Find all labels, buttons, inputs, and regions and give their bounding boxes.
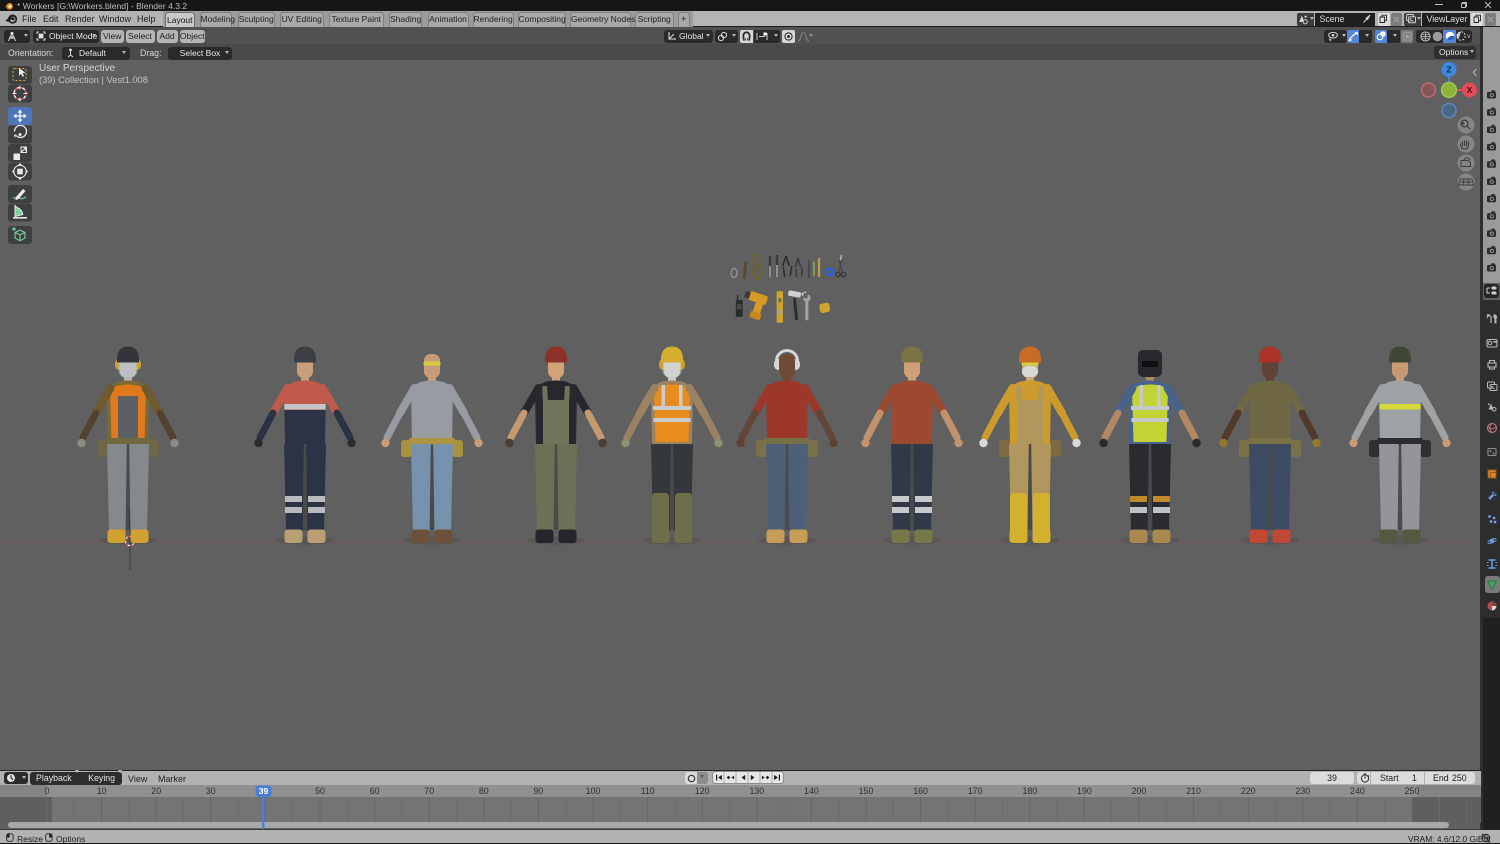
svg-text:0: 0: [45, 786, 50, 796]
svg-text:80: 80: [479, 786, 489, 796]
svg-text:39: 39: [259, 786, 269, 796]
svg-text:140: 140: [804, 786, 819, 796]
svg-text:190: 190: [1077, 786, 1092, 796]
svg-text:240: 240: [1350, 786, 1365, 796]
svg-text:170: 170: [968, 786, 983, 796]
svg-text:100: 100: [586, 786, 601, 796]
svg-text:120: 120: [695, 786, 710, 796]
svg-text:250: 250: [1405, 786, 1420, 796]
svg-text:60: 60: [370, 786, 380, 796]
svg-text:10: 10: [97, 786, 107, 796]
svg-text:220: 220: [1241, 786, 1256, 796]
svg-text:70: 70: [424, 786, 434, 796]
svg-text:90: 90: [534, 786, 544, 796]
svg-text:110: 110: [641, 786, 655, 796]
svg-text:20: 20: [151, 786, 161, 796]
svg-text:50: 50: [315, 786, 325, 796]
svg-text:180: 180: [1022, 786, 1037, 796]
svg-text:Z: Z: [1446, 64, 1451, 74]
svg-text:30: 30: [206, 786, 216, 796]
svg-text:130: 130: [749, 786, 764, 796]
svg-text:X: X: [1467, 85, 1473, 95]
svg-text:150: 150: [859, 786, 874, 796]
svg-text:200: 200: [1132, 786, 1147, 796]
svg-text:160: 160: [913, 786, 928, 796]
svg-text:210: 210: [1186, 786, 1201, 796]
svg-text:230: 230: [1295, 786, 1310, 796]
